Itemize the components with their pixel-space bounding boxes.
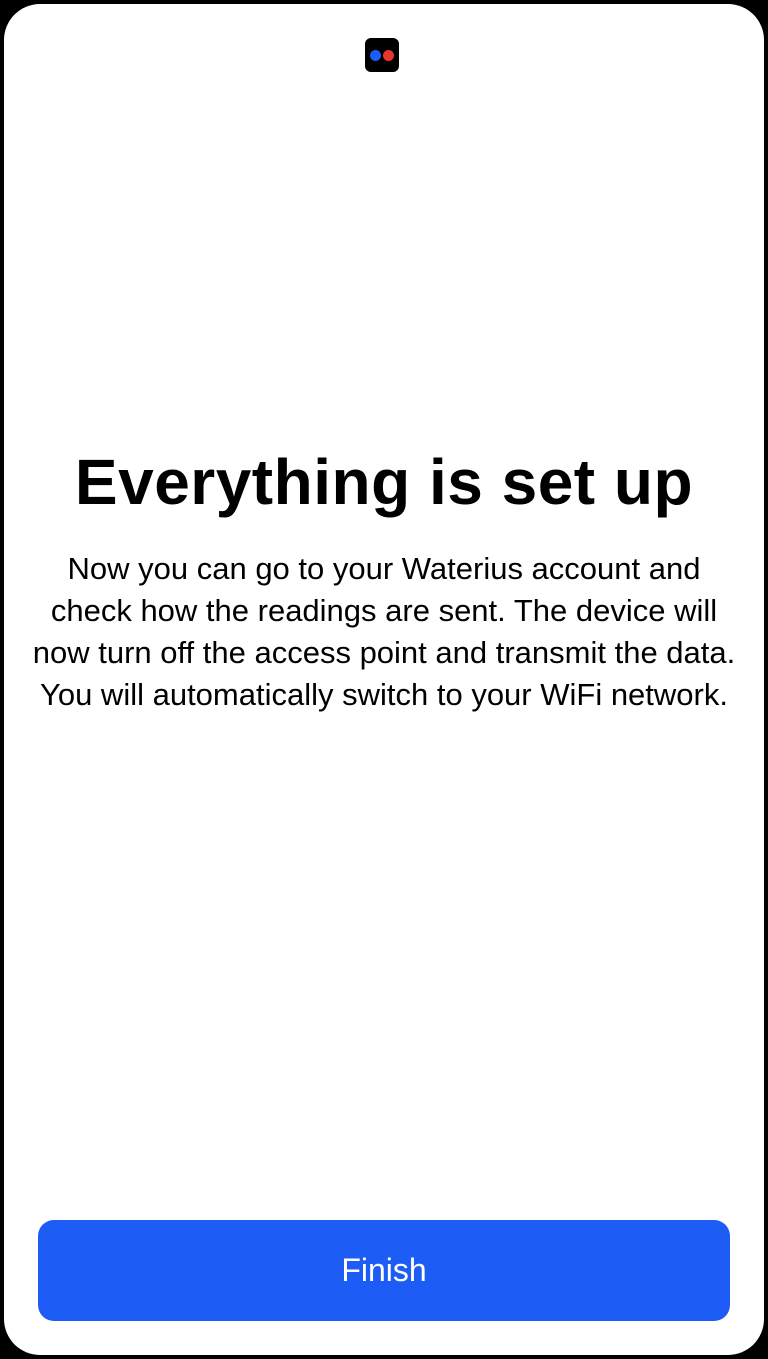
waterius-logo-icon [365,38,399,72]
page-title: Everything is set up [74,446,694,518]
setup-complete-description: Now you can go to your Waterius account … [32,551,736,712]
app-screen: Everything is set up Now you can go to y… [4,4,764,1355]
finish-button[interactable]: Finish [38,1220,730,1321]
logo-red-dot [383,50,394,61]
logo-blue-dot [370,50,381,61]
